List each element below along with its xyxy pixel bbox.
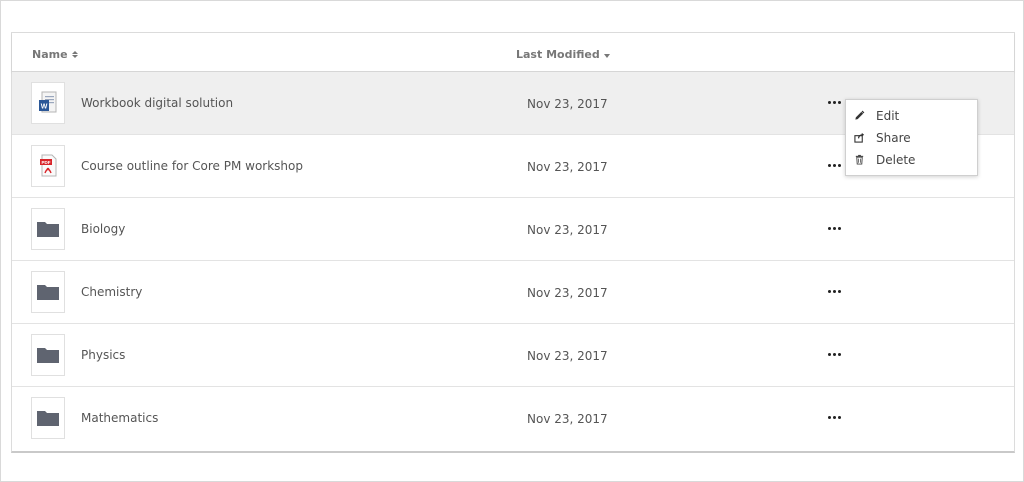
more-options-button[interactable] (826, 283, 842, 299)
table-row[interactable]: Biology Nov 23, 2017 (12, 198, 1014, 261)
file-thumbnail: W (31, 82, 65, 124)
menu-item-label: Edit (876, 109, 900, 123)
file-thumbnail (31, 397, 65, 439)
file-thumbnail (31, 334, 65, 376)
file-table: Name Last Modified W Workbook digital so… (11, 32, 1015, 453)
table-header: Name Last Modified (12, 33, 1014, 72)
menu-item-delete[interactable]: Delete (846, 150, 977, 170)
pdf-document-icon: PDF (40, 154, 57, 177)
trash-icon (855, 154, 864, 165)
modified-date: Nov 23, 2017 (527, 97, 608, 111)
modified-date: Nov 23, 2017 (527, 349, 608, 363)
more-options-button[interactable] (826, 94, 842, 110)
more-options-button[interactable] (826, 220, 842, 236)
file-name[interactable]: Course outline for Core PM workshop (81, 159, 303, 173)
more-options-button[interactable] (826, 157, 842, 173)
file-name[interactable]: Workbook digital solution (81, 96, 233, 110)
svg-text:PDF: PDF (42, 160, 51, 165)
svg-text:W: W (41, 104, 48, 111)
file-name[interactable]: Physics (81, 348, 125, 362)
menu-item-label: Delete (876, 153, 916, 167)
more-options-button[interactable] (826, 409, 842, 425)
folder-icon (37, 348, 59, 363)
last-modified-column-header[interactable]: Last Modified (516, 48, 610, 61)
last-modified-header-label: Last Modified (516, 48, 600, 61)
name-header-label: Name (32, 48, 68, 61)
folder-icon (37, 411, 59, 426)
file-thumbnail: PDF (31, 145, 65, 187)
sort-descending-icon (603, 53, 610, 58)
folder-icon (37, 222, 59, 237)
context-menu: Edit Share Delete (845, 99, 978, 176)
name-column-header[interactable]: Name (32, 48, 78, 61)
sort-icon (71, 51, 78, 58)
file-name[interactable]: Chemistry (81, 285, 142, 299)
modified-date: Nov 23, 2017 (527, 223, 608, 237)
menu-item-label: Share (876, 131, 911, 145)
file-name[interactable]: Mathematics (81, 411, 158, 425)
share-icon (854, 132, 865, 143)
more-options-button[interactable] (826, 346, 842, 362)
table-row[interactable]: Mathematics Nov 23, 2017 (12, 387, 1014, 449)
word-document-icon: W (39, 91, 57, 113)
table-row[interactable]: Physics Nov 23, 2017 (12, 324, 1014, 387)
folder-icon (37, 285, 59, 300)
menu-item-share[interactable]: Share (846, 128, 977, 148)
file-thumbnail (31, 271, 65, 313)
pencil-icon (855, 110, 865, 120)
menu-item-edit[interactable]: Edit (846, 106, 977, 126)
table-row[interactable]: Chemistry Nov 23, 2017 (12, 261, 1014, 324)
modified-date: Nov 23, 2017 (527, 412, 608, 426)
file-name[interactable]: Biology (81, 222, 125, 236)
modified-date: Nov 23, 2017 (527, 160, 608, 174)
modified-date: Nov 23, 2017 (527, 286, 608, 300)
file-thumbnail (31, 208, 65, 250)
